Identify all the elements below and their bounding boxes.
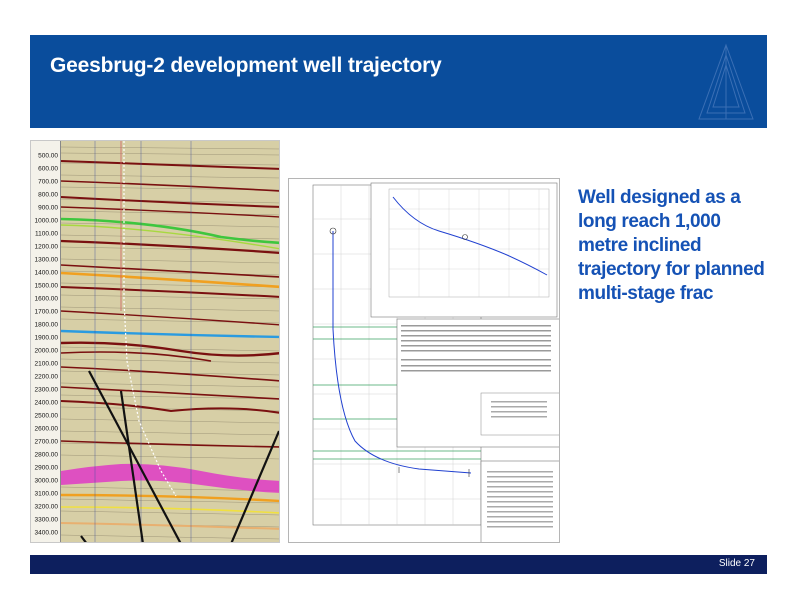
depth-tick-label: 2600.00 — [34, 425, 59, 433]
depth-tick-label: 1200.00 — [34, 243, 59, 251]
trajectory-plots-image — [288, 178, 560, 543]
depth-tick-label: 500.00 — [38, 152, 58, 160]
slide-number: Slide 27 — [718, 558, 755, 569]
depth-tick-label: 1300.00 — [34, 256, 59, 264]
seismic-section-image: 500.00 600.00 700.00 800.00 900.00 1000.… — [30, 140, 280, 543]
depth-tick-label: 2700.00 — [34, 438, 59, 446]
depth-tick-label: 1700.00 — [34, 308, 59, 316]
depth-tick-label: 1800.00 — [34, 321, 59, 329]
depth-tick-label: 1100.00 — [34, 230, 58, 238]
depth-tick-label: 2900.00 — [34, 464, 59, 472]
depth-tick-label: 1000.00 — [34, 217, 59, 225]
depth-tick-label: 2400.00 — [34, 399, 59, 407]
depth-tick-label: 3000.00 — [34, 477, 59, 485]
depth-tick-label: 2100.00 — [34, 360, 59, 368]
depth-tick-label: 700.00 — [38, 178, 58, 186]
depth-tick-label: 1400.00 — [34, 269, 59, 277]
depth-tick-label: 600.00 — [38, 165, 58, 173]
bullet-text: Well designed as a long reach 1,000 metr… — [578, 187, 765, 304]
slide-title: Geesbrug-2 development well trajectory — [50, 54, 442, 77]
depth-tick-label: 2500.00 — [34, 412, 59, 420]
title-banner: Geesbrug-2 development well trajectory — [30, 35, 767, 128]
depth-tick-label: 2300.00 — [34, 386, 59, 394]
depth-tick-label: 1500.00 — [34, 282, 59, 290]
trajectory-plots-graphic — [289, 179, 559, 542]
depth-tick-label: 800.00 — [38, 191, 58, 199]
footer-bar: Slide 27 — [30, 555, 767, 574]
depth-tick-label: 3400.00 — [34, 529, 59, 537]
depth-tick-label: 900.00 — [38, 204, 58, 212]
depth-tick-label: 3300.00 — [34, 516, 59, 524]
depth-tick-label: 3100.00 — [34, 490, 59, 498]
depth-tick-label: 2000.00 — [34, 347, 59, 355]
depth-tick-label: 1900.00 — [34, 334, 59, 342]
triangle-logo-icon — [698, 43, 754, 120]
depth-tick-label: 1600.00 — [34, 295, 59, 303]
depth-tick-label: 3200.00 — [34, 503, 59, 511]
seismic-reflection-graphic — [61, 141, 279, 542]
depth-tick-label: 2200.00 — [34, 373, 59, 381]
depth-tick-label: 2800.00 — [34, 451, 59, 459]
depth-axis: 500.00 600.00 700.00 800.00 900.00 1000.… — [31, 141, 61, 542]
